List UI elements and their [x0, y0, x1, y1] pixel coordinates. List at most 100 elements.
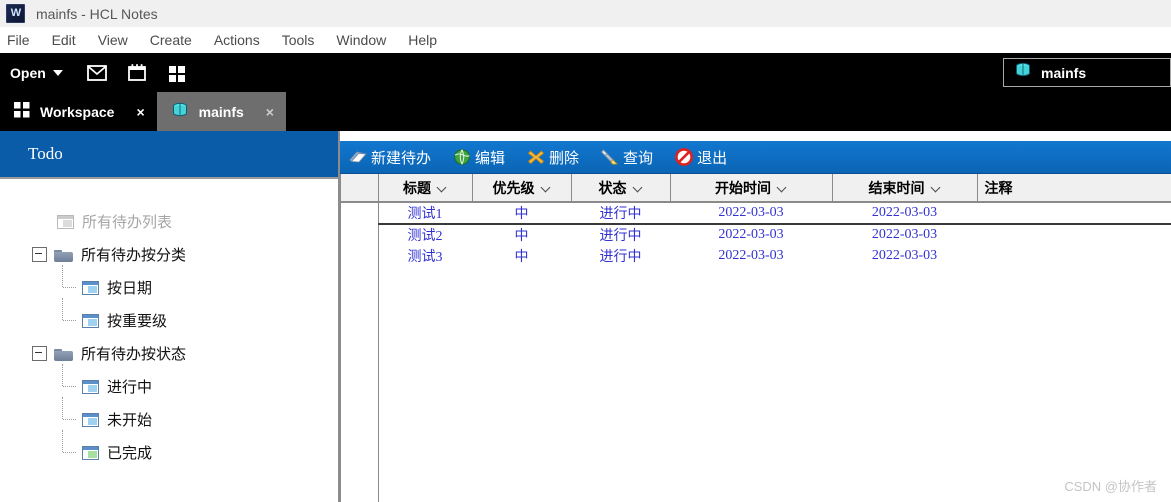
tab-bar: Workspace × mainfs × [0, 92, 1171, 131]
hcl-notes-icon: W [6, 4, 25, 23]
collapse-toggle-icon[interactable] [32, 346, 47, 361]
tree-item-label: 所有待办按分类 [81, 247, 187, 264]
collapse-toggle-icon[interactable] [32, 247, 47, 262]
todo-table: 标题 优先级 状态 开始时间 结束时间 注释 测试1 中 进行中 2022-03… [340, 174, 1171, 266]
view-icon [82, 379, 99, 394]
column-header-priority[interactable]: 优先级 [472, 174, 572, 203]
view-icon [82, 412, 99, 427]
menu-item-tools[interactable]: Tools [282, 32, 327, 48]
cell-note[interactable] [977, 224, 1171, 245]
cell-priority[interactable]: 中 [472, 224, 571, 245]
bookmark-mainfs-button[interactable]: mainfs [1003, 58, 1171, 87]
view-icon [82, 445, 99, 460]
chevron-down-icon[interactable] [542, 183, 551, 192]
todo-table-container: 标题 优先级 状态 开始时间 结束时间 注释 测试1 中 进行中 2022-03… [340, 174, 1171, 502]
chevron-down-icon[interactable] [778, 183, 787, 192]
tab-workspace[interactable]: Workspace × [0, 92, 157, 131]
action-label: 删除 [549, 149, 580, 167]
content-top-gap [340, 131, 1171, 141]
chevron-down-icon[interactable] [932, 183, 941, 192]
cell-priority[interactable]: 中 [472, 245, 571, 266]
tab-workspace-label: Workspace [40, 103, 115, 120]
tree-item-label: 已完成 [107, 445, 153, 462]
navigator-header: Todo [0, 131, 338, 179]
menu-item-edit[interactable]: Edit [52, 32, 88, 48]
action-label: 查询 [623, 149, 654, 167]
cell-note[interactable] [977, 201, 1171, 225]
menu-item-view[interactable]: View [98, 32, 140, 48]
tree-connector [60, 364, 82, 403]
cell-note[interactable] [977, 245, 1171, 266]
tree-item-completed[interactable]: 已完成 [0, 430, 338, 469]
menu-bar: File Edit View Create Actions Tools Wind… [0, 27, 1171, 53]
table-left-edge [340, 174, 341, 502]
menu-item-file[interactable]: File [7, 32, 42, 48]
menu-item-help[interactable]: Help [408, 32, 449, 48]
close-icon[interactable]: × [136, 104, 144, 120]
cell-title[interactable]: 测试2 [378, 224, 472, 245]
calendar-icon[interactable] [125, 62, 149, 84]
table-header-gutter [340, 174, 379, 203]
tree-item-by-priority[interactable]: 按重要级 [0, 298, 338, 337]
tree-item-in-progress[interactable]: 进行中 [0, 364, 338, 403]
tree-connector [60, 265, 82, 304]
view-icon [82, 280, 99, 295]
cell-start-time[interactable]: 2022-03-03 [670, 224, 832, 245]
column-header-start-time[interactable]: 开始时间 [670, 174, 833, 203]
folder-icon [54, 248, 73, 262]
cell-end-time[interactable]: 2022-03-03 [832, 224, 977, 245]
menu-item-actions[interactable]: Actions [214, 32, 272, 48]
tree-item-by-date[interactable]: 按日期 [0, 265, 338, 304]
chevron-down-icon[interactable] [438, 183, 447, 192]
tree-item-all-todo-by-category[interactable]: 所有待办按分类 [0, 238, 338, 271]
close-icon[interactable]: × [266, 104, 274, 120]
book-icon [348, 147, 368, 167]
main-toolbar: Open mainfs [0, 53, 1171, 92]
table-row[interactable]: 测试3 中 进行中 2022-03-03 2022-03-03 [340, 245, 1171, 266]
action-edit-button[interactable]: 编辑 [452, 147, 505, 168]
cell-start-time[interactable]: 2022-03-03 [670, 245, 832, 266]
cell-status[interactable]: 进行中 [571, 201, 670, 225]
column-header-end-time[interactable]: 结束时间 [832, 174, 978, 203]
chevron-down-icon[interactable] [634, 183, 643, 192]
tree-item-label: 所有待办按状态 [81, 346, 187, 363]
menu-item-window[interactable]: Window [336, 32, 398, 48]
app-icon-glyph: W [10, 7, 21, 19]
tree-item-all-todo-list[interactable]: 所有待办列表 [0, 205, 338, 238]
database-icon [1014, 61, 1032, 84]
open-button[interactable]: Open [10, 65, 63, 81]
tree-item-not-started[interactable]: 未开始 [0, 397, 338, 436]
gutter-column-line [378, 266, 379, 502]
tree-connector [60, 397, 82, 436]
apps-grid-icon[interactable] [165, 62, 189, 84]
column-header-title[interactable]: 标题 [378, 174, 473, 203]
cell-status[interactable]: 进行中 [571, 245, 670, 266]
flashlight-icon [600, 147, 620, 167]
table-row[interactable]: 测试2 中 进行中 2022-03-03 2022-03-03 [340, 224, 1171, 245]
column-header-label: 标题 [403, 181, 431, 197]
cell-status[interactable]: 进行中 [571, 224, 670, 245]
action-delete-button[interactable]: 删除 [526, 147, 579, 168]
column-header-note[interactable]: 注释 [977, 174, 1171, 203]
folder-icon [54, 347, 73, 361]
tree-item-all-todo-by-status[interactable]: 所有待办按状态 [0, 337, 338, 370]
cell-title[interactable]: 测试3 [378, 245, 472, 266]
column-header-status[interactable]: 状态 [571, 174, 671, 203]
table-row[interactable]: 测试1 中 进行中 2022-03-03 2022-03-03 [340, 201, 1171, 225]
cell-start-time[interactable]: 2022-03-03 [670, 201, 832, 225]
mail-icon[interactable] [85, 62, 109, 84]
cell-priority[interactable]: 中 [472, 201, 571, 225]
main-body: Todo 所有待办列表 所有待办按分类 按日期 按重要级 所有待办按状态 进行中… [0, 131, 1171, 502]
tree-item-label: 未开始 [107, 412, 153, 429]
column-header-label: 状态 [598, 181, 627, 197]
action-exit-button[interactable]: 退出 [674, 147, 727, 168]
action-search-button[interactable]: 查询 [600, 147, 653, 168]
tab-mainfs[interactable]: mainfs × [156, 92, 286, 131]
cell-end-time[interactable]: 2022-03-03 [832, 201, 977, 225]
cell-title[interactable]: 测试1 [378, 201, 472, 225]
view-icon [57, 214, 74, 229]
row-gutter [340, 202, 379, 224]
cell-end-time[interactable]: 2022-03-03 [832, 245, 977, 266]
menu-item-create[interactable]: Create [150, 32, 204, 48]
action-new-todo-button[interactable]: 新建待办 [348, 147, 431, 168]
